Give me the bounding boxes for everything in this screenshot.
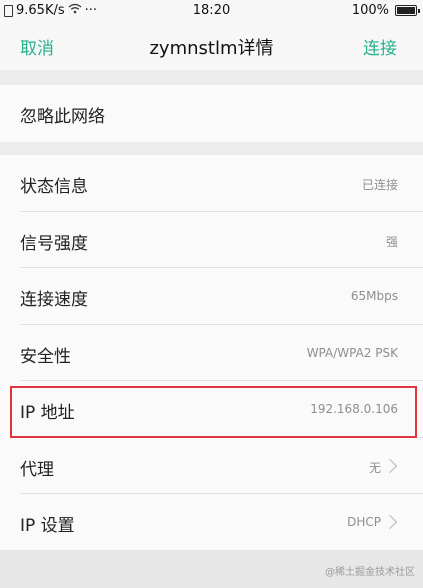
watermark: @稀土掘金技术社区 (325, 567, 415, 578)
status-right: 100% (351, 3, 420, 18)
row-security: 安全性 WPA/WPA2 PSK (0, 325, 423, 382)
row-label: 信号强度 (20, 233, 88, 254)
row-label: IP 地址 (20, 403, 75, 423)
row-value: 65Mbps (350, 289, 398, 303)
details-group: 状态信息 已连接 信号强度 强 连接速度 65Mbps 安全性 WPA/WPA2… (0, 155, 423, 551)
row-ip-address: IP 地址 192.168.0.106 (0, 381, 423, 438)
row-label: IP 设置 (20, 516, 75, 536)
row-signal-strength: 信号强度 强 (0, 212, 423, 269)
status-bar: 9.65K/s ··· 18:20 100% (0, 0, 423, 22)
row-label: 安全性 (20, 346, 71, 367)
chevron-right-icon (382, 514, 398, 530)
row-label: 代理 (20, 459, 54, 480)
chevron-right-icon (382, 458, 398, 473)
row-label: 状态信息 (20, 177, 88, 197)
connect-button[interactable]: 连接 (363, 34, 397, 59)
forget-network-label: 忽略此网络 (20, 107, 105, 127)
row-value: 192.168.0.106 (310, 402, 398, 416)
row-value: 无 (368, 460, 381, 475)
footer: @稀土掘金技术社区 (0, 550, 423, 588)
battery-percent: 100% (351, 3, 389, 18)
row-value: 已连接 (361, 178, 398, 192)
battery-icon (395, 5, 420, 16)
nav-bar: 取消 zymnstlm详情 连接 (0, 22, 423, 70)
forget-network-button[interactable]: 忽略此网络 (0, 85, 423, 142)
forget-group: 忽略此网络 (0, 85, 423, 142)
row-link-speed: 连接速度 65Mbps (0, 268, 423, 325)
row-status: 状态信息 已连接 (0, 155, 423, 212)
row-label: 连接速度 (20, 290, 88, 310)
row-ip-settings[interactable]: IP 设置 DHCP (0, 494, 423, 551)
page-title: zymnstlm详情 (149, 38, 274, 59)
row-value: WPA/WPA2 PSK (306, 345, 398, 360)
row-value: 强 (385, 234, 398, 249)
row-proxy[interactable]: 代理 无 (0, 438, 423, 495)
row-value: DHCP (347, 515, 381, 529)
